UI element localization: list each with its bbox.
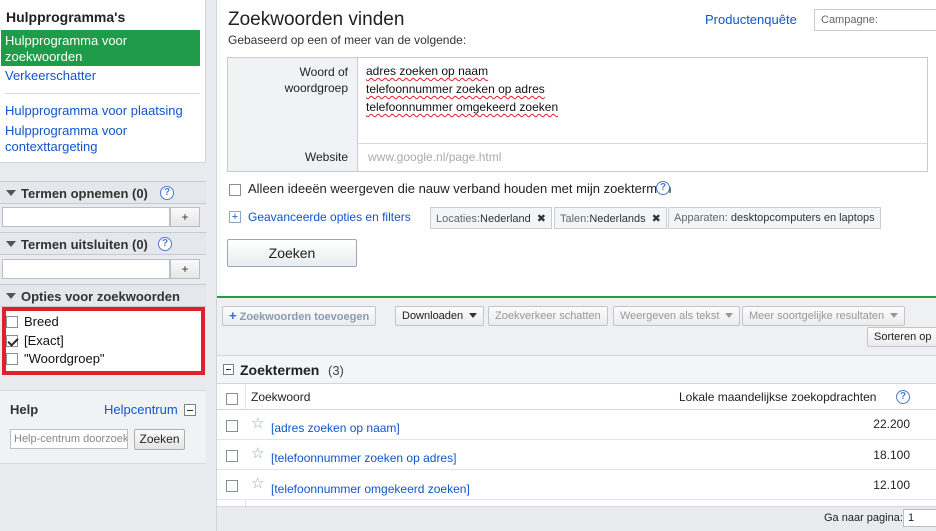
plus-icon: + xyxy=(229,308,237,323)
chevron-down-icon xyxy=(890,313,899,318)
exclude-terms-header[interactable]: Termen uitsluiten (0) ? xyxy=(0,232,206,255)
tools-title: Hulpprogramma's xyxy=(6,9,126,25)
local-searches-value: 22.200 xyxy=(873,417,910,431)
close-ideas-label: Alleen ideeën weergeven die nauw verband… xyxy=(248,181,672,196)
match-option-broad[interactable]: Breed xyxy=(6,313,59,331)
collapse-icon[interactable] xyxy=(223,364,234,375)
goto-page-label: Ga naar pagina: xyxy=(824,512,903,524)
broad-checkbox[interactable] xyxy=(6,316,18,328)
help-search-input[interactable]: Help-centrum doorzoeken xyxy=(10,429,128,449)
campaign-select[interactable]: Campagne: xyxy=(814,9,936,31)
sidebar-item-traffic-estimator[interactable]: Verkeerschatter xyxy=(5,68,96,84)
help-icon[interactable]: ? xyxy=(158,237,172,251)
star-icon[interactable]: ☆ xyxy=(251,414,264,432)
help-icon[interactable]: ? xyxy=(896,390,910,404)
collapse-arrow-icon xyxy=(6,293,16,299)
language-filter-chip[interactable]: Talen:Nederlands ✖ xyxy=(554,207,667,229)
website-field-label: Website xyxy=(304,150,348,164)
exclude-terms-label: Termen uitsluiten (0) xyxy=(21,237,148,252)
include-terms-add-button[interactable]: + xyxy=(170,207,200,227)
keyword-link[interactable]: [telefoonnummer zoeken op adres] xyxy=(271,451,456,465)
match-options-label: Opties voor zoekwoorden xyxy=(21,289,180,304)
section-count: (3) xyxy=(328,363,344,378)
chevron-down-icon xyxy=(469,313,478,318)
close-ideas-checkbox[interactable] xyxy=(229,182,247,197)
row-checkbox[interactable] xyxy=(226,448,244,463)
keyword-line: telefoonnummer zoeken op adres xyxy=(366,82,545,96)
keyword-link[interactable]: [telefoonnummer omgekeerd zoeken] xyxy=(271,482,470,496)
device-filter-chip[interactable]: Apparaten: desktopcomputers en laptops xyxy=(668,207,881,229)
remove-icon[interactable]: ✖ xyxy=(537,213,546,225)
match-option-exact[interactable]: [Exact] xyxy=(6,332,64,350)
include-terms-header[interactable]: Termen opnemen (0) ? xyxy=(0,181,206,204)
exact-label: [Exact] xyxy=(24,333,64,348)
chip-key: Locaties: xyxy=(436,213,481,225)
divider xyxy=(5,93,200,94)
download-button[interactable]: Downloaden xyxy=(395,306,485,326)
phrase-label: "Woordgroep" xyxy=(24,351,105,366)
chip-value: Nederland xyxy=(480,213,531,225)
column-header-local-searches[interactable]: Lokale maandelijkse zoekopdrachten xyxy=(679,390,876,404)
help-search-button[interactable]: Zoeken xyxy=(134,429,185,450)
chip-value: desktopcomputers en laptops xyxy=(730,212,875,224)
product-survey-link[interactable]: Productenquête xyxy=(705,12,797,27)
row-checkbox[interactable] xyxy=(226,418,244,433)
chip-key: Talen: xyxy=(560,213,590,225)
keyword-line: telefoonnummer omgekeerd zoeken xyxy=(366,100,559,114)
collapse-icon[interactable] xyxy=(184,404,196,416)
help-title: Help xyxy=(10,402,39,417)
match-option-phrase[interactable]: "Woordgroep" xyxy=(6,350,105,368)
expand-plus-icon[interactable]: + xyxy=(229,211,241,223)
add-keywords-label: Zoekwoorden toevoegen xyxy=(239,311,370,323)
section-title: Zoektermen xyxy=(240,362,320,378)
advanced-options-link[interactable]: Geavanceerde opties en filters xyxy=(248,210,411,224)
broad-label: Breed xyxy=(24,314,59,329)
search-button[interactable]: Zoeken xyxy=(227,239,357,267)
keyword-field-label: Woord of woordgroep xyxy=(284,65,348,95)
more-like-these-label: Meer soortgelijke resultaten xyxy=(749,310,885,322)
phrase-checkbox[interactable] xyxy=(6,353,18,365)
column-header-keyword[interactable]: Zoekwoord xyxy=(251,390,310,404)
keyword-section-header xyxy=(217,356,936,384)
add-keywords-button[interactable]: + Zoekwoorden toevoegen xyxy=(222,306,377,326)
chip-key: Apparaten: xyxy=(674,212,728,224)
include-terms-input[interactable] xyxy=(2,207,170,227)
chip-value: Nederlands xyxy=(589,213,646,225)
row-checkbox[interactable] xyxy=(226,478,244,493)
website-input[interactable]: www.google.nl/page.html xyxy=(368,150,501,164)
keyword-line: adres zoeken op naam xyxy=(366,64,489,78)
view-as-text-button[interactable]: Weergeven als tekst xyxy=(613,306,741,326)
download-label: Downloaden xyxy=(402,310,464,322)
sidebar-item-keyword-tool[interactable]: Hulpprogramma voor zoekwoorden xyxy=(1,30,200,66)
local-searches-value: 18.100 xyxy=(873,448,910,462)
include-terms-label: Termen opnemen (0) xyxy=(21,186,148,201)
select-all-checkbox[interactable] xyxy=(226,391,244,406)
remove-icon[interactable]: ✖ xyxy=(652,213,661,225)
collapse-arrow-icon xyxy=(6,241,16,247)
sidebar-item-placement-tool[interactable]: Hulpprogramma voor plaatsing xyxy=(5,103,183,119)
local-searches-value: 12.100 xyxy=(873,478,910,492)
keyword-link[interactable]: [adres zoeken op naam] xyxy=(271,421,400,435)
location-filter-chip[interactable]: Locaties:Nederland ✖ xyxy=(430,207,553,229)
help-center-link[interactable]: Helpcentrum xyxy=(104,402,178,417)
view-as-text-label: Weergeven als tekst xyxy=(620,310,720,322)
goto-page-input[interactable]: 1 xyxy=(903,509,936,527)
help-icon[interactable]: ? xyxy=(160,186,174,200)
star-icon[interactable]: ☆ xyxy=(251,474,264,492)
chevron-down-icon xyxy=(725,313,734,318)
match-options-header[interactable]: Opties voor zoekwoorden xyxy=(0,284,206,307)
exact-checkbox[interactable] xyxy=(6,335,18,347)
more-like-these-button[interactable]: Meer soortgelijke resultaten xyxy=(742,306,906,326)
exclude-terms-input[interactable] xyxy=(2,259,170,279)
collapse-arrow-icon xyxy=(6,190,16,196)
sort-button[interactable]: Sorteren op xyxy=(867,327,936,347)
star-icon[interactable]: ☆ xyxy=(251,444,264,462)
help-icon[interactable]: ? xyxy=(656,181,670,195)
exclude-terms-add-button[interactable]: + xyxy=(170,259,200,279)
sidebar-item-contextual-targeting[interactable]: Hulpprogramma voor contexttargeting xyxy=(5,123,185,155)
page-subtitle: Gebaseerd op een of meer van de volgende… xyxy=(228,33,467,47)
page-title: Zoekwoorden vinden xyxy=(228,9,405,30)
estimate-traffic-button[interactable]: Zoekverkeer schatten xyxy=(488,306,608,326)
